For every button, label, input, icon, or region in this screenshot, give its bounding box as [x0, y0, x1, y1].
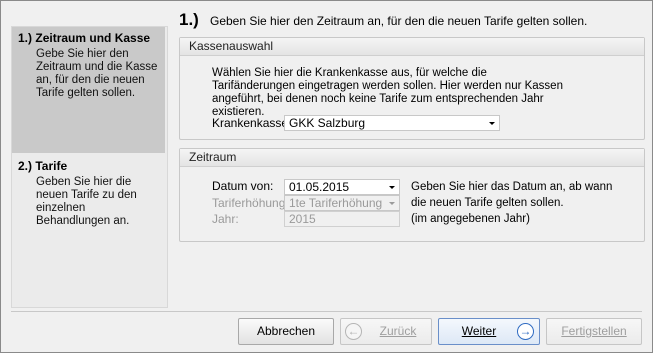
- kassenauswahl-title: Kassenauswahl: [180, 38, 644, 56]
- krankenkasse-value: GKK Salzburg: [289, 116, 366, 130]
- datum-hint-line3: (im angegebenen Jahr): [411, 213, 530, 225]
- datum-hint: Geben Sie hier das Datum an, ab wann die…: [411, 179, 641, 227]
- tariferhoehung-value: 1te Tariferhöhung: [289, 196, 383, 210]
- finish-button-label: Fertigstellen: [561, 324, 627, 338]
- jahr-label: Jahr:: [212, 212, 239, 226]
- cancel-button-label: Abbrechen: [256, 324, 316, 338]
- chevron-down-icon: [389, 186, 395, 189]
- page-step-number: 1.): [179, 10, 199, 29]
- tariferhoehung-dropdown[interactable]: 1te Tariferhöhung: [284, 195, 400, 211]
- wizard-window: 1.) Zeitraum und Kasse Gebe Sie hier den…: [0, 0, 653, 353]
- step-1-title-text: Zeitraum und Kasse: [35, 31, 151, 45]
- chevron-down-icon: [389, 202, 395, 205]
- step-1-num: 1.): [18, 31, 33, 45]
- datum-hint-line2: die neuen Tarife gelten sollen.: [411, 197, 564, 209]
- next-button[interactable]: Weiter →: [438, 318, 540, 345]
- krankenkasse-dropdown[interactable]: GKK Salzburg: [284, 115, 500, 131]
- page-header-text: Geben Sie hier den Zeitraum an, für den …: [210, 14, 588, 28]
- cancel-button[interactable]: Abbrechen: [238, 318, 334, 345]
- arrow-right-circle-icon: →: [517, 323, 534, 340]
- kassenauswahl-group: Kassenauswahl Wählen Sie hier die Kranke…: [179, 37, 645, 140]
- datum-hint-line1: Geben Sie hier das Datum an, ab wann: [411, 181, 613, 193]
- jahr-value: 2015: [289, 212, 316, 226]
- finish-button[interactable]: Fertigstellen: [546, 318, 642, 345]
- back-button[interactable]: ← Zurück: [340, 318, 432, 345]
- arrow-left-circle-icon: ←: [345, 323, 362, 340]
- step-1: 1.) Zeitraum und Kasse Gebe Sie hier den…: [12, 27, 165, 153]
- bottom-separator: [11, 311, 642, 312]
- kassenauswahl-text: Wählen Sie hier die Krankenkasse aus, fü…: [212, 67, 563, 118]
- krankenkasse-label: Krankenkasse:: [212, 116, 292, 130]
- zeitraum-group: Zeitraum Datum von: 01.05.2015 Tariferhö…: [179, 148, 645, 242]
- step-1-desc: Gebe Sie hier den Zeitraum und die Kasse…: [36, 48, 158, 99]
- jahr-field: 2015: [284, 211, 400, 227]
- zeitraum-title: Zeitraum: [180, 149, 644, 167]
- step-2-title-text: Tarife: [35, 159, 68, 173]
- datum-value: 01.05.2015: [289, 180, 350, 194]
- back-button-label: Zurück: [379, 324, 417, 338]
- tariferhoehung-label: Tariferhöhung:: [212, 196, 289, 210]
- step-2-title: 2.) Tarife: [18, 159, 159, 173]
- page-header: 1.) Geben Sie hier den Zeitraum an, für …: [179, 10, 649, 32]
- datum-label: Datum von:: [212, 179, 274, 193]
- steps-panel: 1.) Zeitraum und Kasse Gebe Sie hier den…: [11, 26, 168, 308]
- step-2: 2.) Tarife Geben Sie hier die neuen Tari…: [12, 155, 165, 234]
- datum-picker[interactable]: 01.05.2015: [284, 179, 400, 195]
- step-1-title: 1.) Zeitraum und Kasse: [18, 31, 159, 45]
- step-2-num: 2.): [18, 159, 33, 173]
- chevron-down-icon: [489, 122, 495, 125]
- next-button-label: Weiter: [461, 324, 497, 338]
- step-2-desc: Geben Sie hier die neuen Tarife zu den e…: [36, 176, 137, 227]
